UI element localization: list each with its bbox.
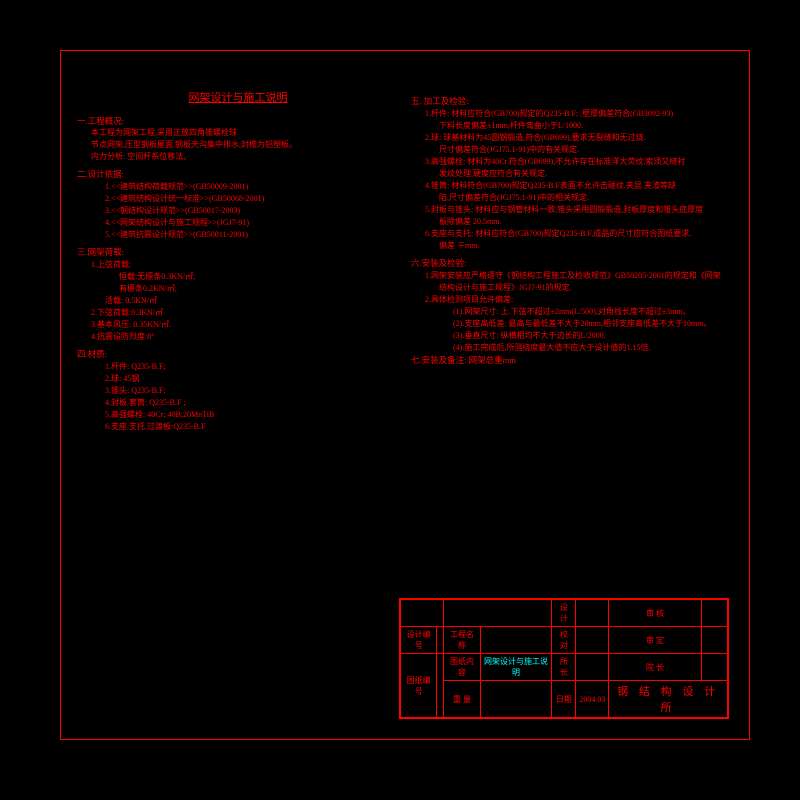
- text-line: 恒载:无檩条0.3KN/㎡;: [119, 271, 399, 283]
- cell: 重 量: [444, 681, 480, 718]
- text-line: (4).施工完成后,所测挠度最大值不应大于设计值的1.15倍.: [453, 342, 733, 354]
- list-item: 2.<<建筑结构设计统一标准>>(GB50068-2001): [105, 193, 399, 205]
- cell: 院 长: [609, 654, 701, 681]
- section-6: 六.安装及检验: 1.网架安装应严格遵守《钢结构工程施工及检收规范》GB5020…: [411, 257, 733, 354]
- list-item: 2.球: 球基材料为45圆钢锻造,符合(GB699),要求无裂缝和无过烧.: [425, 132, 733, 144]
- content-area: 网架设计与施工说明 一.工程概况: 本工程为网架工程,采用正放四角锥螺栓球 节点…: [71, 86, 739, 729]
- text-line: 4.抗震设防烈度:8°: [91, 331, 399, 343]
- list-item: 3.高强螺栓: 材料为40Cr,符合(GB699),不允许存在标准洋大荧纹,索须…: [425, 156, 733, 168]
- title-block-table: 设 计 审 核 设计编号 工程名称 校 对 审 定 图纸编号 图纸内容 网架设计…: [400, 599, 728, 718]
- text-line: 有檩条0.2KN/㎡;: [119, 283, 399, 295]
- text-line: 尺寸偏差符合(JGJ75.1-91)中的有关规定.: [439, 144, 733, 156]
- list-item: 3.锥头: Q235-B.F;: [105, 385, 399, 397]
- cell: 设计编号: [401, 627, 437, 654]
- drawing-sheet: 网架设计与施工说明 一.工程概况: 本工程为网架工程,采用正放四角锥螺栓球 节点…: [60, 50, 750, 740]
- s2-header: 二.设计依据:: [77, 168, 399, 181]
- text-line: 结构设计与施工规程》JGJ7-91的规定.: [439, 282, 733, 294]
- text-line: 2.下弦荷载:0.3KN/㎡: [91, 307, 399, 319]
- list-item: 6.支座与支托: 材料应符合(GB700)规定Q235-B.F,成品的尺寸应符合…: [425, 228, 733, 240]
- cell: 日期: [552, 681, 576, 718]
- doc-title: 网架设计与施工说明: [77, 90, 399, 107]
- text-line: (1).网架尺寸: 上.下弦不超过±2mm(L/500),对角线长度不超过±3m…: [453, 306, 733, 318]
- list-item: 4.封板.套筒: Q235-B.F ;: [105, 397, 399, 409]
- left-column: 网架设计与施工说明 一.工程概况: 本工程为网架工程,采用正放四角锥螺栓球 节点…: [71, 86, 405, 729]
- drawing-content-name: 网架设计与施工说明: [480, 654, 552, 681]
- s1-header: 一.工程概况:: [77, 115, 399, 128]
- section-5: 五. 加工及检验: 1.杆件: 材料应符合(GB700)规定的Q235-B.F;…: [411, 95, 733, 252]
- cell: 审 核: [609, 600, 701, 627]
- s6-header: 六.安装及检验:: [411, 257, 733, 270]
- cell: 设 计: [552, 600, 576, 627]
- cell: 工程名称: [444, 627, 480, 654]
- list-item: 1.杆件: 材料应符合(GB700)规定的Q235-B.F; ,壁厚偏差符合(G…: [425, 108, 733, 120]
- org-name: 钢 结 构 设 计 所: [609, 681, 728, 718]
- text-line: 偏差 ∓mm.: [439, 240, 733, 252]
- text-line: 下料长度偏差±1mm,杆件弯曲小于L/1000.: [439, 120, 733, 132]
- s3-header: 三.网架荷载:: [77, 246, 399, 259]
- s5-header: 五. 加工及检验:: [411, 95, 733, 108]
- list-item: 5.<<建筑抗震设计规范>>(GB50011-2001): [105, 229, 399, 241]
- cell: 所 长: [552, 654, 576, 681]
- list-item: 2.具体检测项目允许偏差:: [425, 294, 733, 306]
- text-line: 节点网架,压型钢板屋面,钢板天沟集中排水,封檐为铝塑板。: [91, 139, 399, 151]
- list-item: 5.高强螺栓: 40Cr; 40B;20MnTiB: [105, 409, 399, 421]
- list-item: 1.<<建筑结构荷载规范>>(GB50009-2001): [105, 181, 399, 193]
- cell: 图纸编号: [401, 654, 437, 718]
- text-line: 板除偏差 20.5mm.: [439, 216, 733, 228]
- list-item: 2.球: 45钢: [105, 373, 399, 385]
- s4-header: 四.材质:: [77, 348, 399, 361]
- list-item: 4.<<网架结构设计与施工规程>>(JGJ7-91): [105, 217, 399, 229]
- section-1: 一.工程概况: 本工程为网架工程,采用正放四角锥螺栓球 节点网架,压型钢板屋面,…: [77, 115, 399, 164]
- s7-header: 七.安装及备注: 网架总重mm: [411, 354, 733, 367]
- text-line: 1.上弦荷载:: [91, 259, 399, 271]
- cell: 审 定: [609, 627, 701, 654]
- text-line: 本工程为网架工程,采用正放四角锥螺栓球: [91, 127, 399, 139]
- title-block: 设 计 审 核 设计编号 工程名称 校 对 审 定 图纸编号 图纸内容 网架设计…: [399, 598, 729, 719]
- text-line: (2).支座高低差: 最高与最低差不大于20mm,相邻支座高低差不大于10mm。: [453, 318, 733, 330]
- text-line: 活载: 0.5KN/㎡: [105, 295, 399, 307]
- cell: 图纸内容: [444, 654, 480, 681]
- text-line: 3.基本风压: 0.35KN/㎡.: [91, 319, 399, 331]
- section-4: 四.材质: 1.杆件: Q235-B.F; 2.球: 45钢 3.锥头: Q23…: [77, 348, 399, 433]
- list-item: 5.封板与锥头: 材料应与钢管材料一致,锥头采用圆锻锻造,封板厚度和锥头底厚度: [425, 204, 733, 216]
- list-item: 3.<<钢结构设计规范>>(GB50017-2003): [105, 205, 399, 217]
- list-item: 6.支座.支托.过渡板:Q235-B.F: [105, 421, 399, 433]
- text-line: 内力分析: 空间杆系位移法。: [91, 151, 399, 163]
- list-item: 1.杆件: Q235-B.F;: [105, 361, 399, 373]
- text-line: 发纹处理,硬度应符合有关规定.: [439, 168, 733, 180]
- list-item: 1.网架安装应严格遵守《钢结构工程施工及检收规范》GB50205-2001的规定…: [425, 270, 733, 282]
- list-item: 4.锥筒: 材料符合(GB700)规定Q235-B.F表面不允许击碰纹.夹层.夹…: [425, 180, 733, 192]
- text-line: 陷,尺寸偏差符合(JGJ75.1-91)中的相关规定.: [439, 192, 733, 204]
- cell: 校 对: [552, 627, 576, 654]
- cell: 2004.03: [576, 681, 609, 718]
- text-line: (3).垂直尺寸: 纵横相均不大于边长的L/2000.: [453, 330, 733, 342]
- section-3: 三.网架荷载: 1.上弦荷载: 恒载:无檩条0.3KN/㎡; 有檩条0.2KN/…: [77, 246, 399, 343]
- section-2: 二.设计依据: 1.<<建筑结构荷载规范>>(GB50009-2001) 2.<…: [77, 168, 399, 241]
